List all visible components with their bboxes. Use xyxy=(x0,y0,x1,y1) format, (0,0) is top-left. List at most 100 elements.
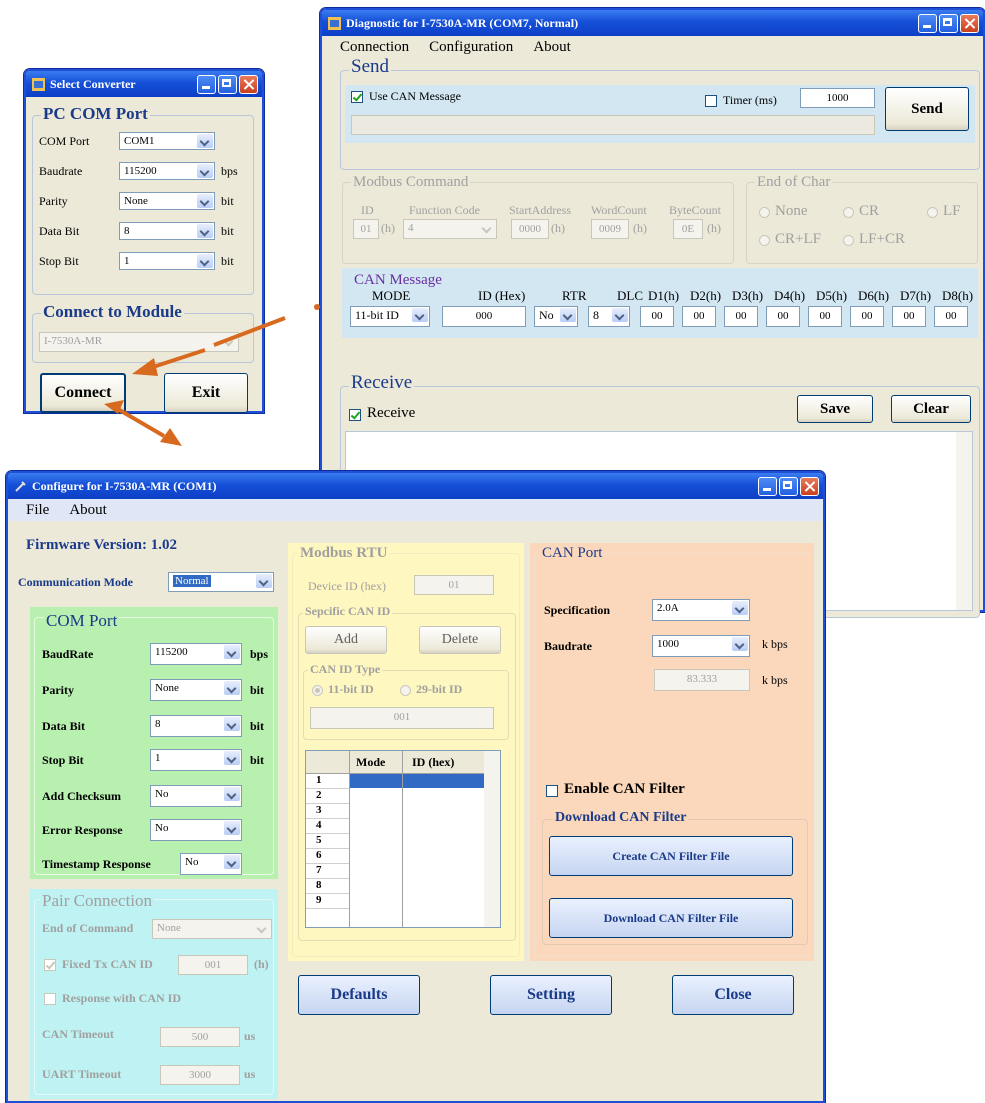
minimize-icon[interactable] xyxy=(918,14,937,33)
timer-input[interactable]: 1000 xyxy=(800,88,875,108)
table-selected-row[interactable] xyxy=(350,774,484,788)
send-button[interactable]: Send xyxy=(885,87,969,131)
close-icon[interactable] xyxy=(239,75,258,94)
uart-timeout-input: 3000 xyxy=(160,1065,240,1085)
cfg-baudrate-select[interactable]: 115200 xyxy=(150,643,242,665)
minimize-icon[interactable] xyxy=(758,477,777,496)
can-id-type-input: 001 xyxy=(310,707,494,729)
cfg-parity-label: Parity xyxy=(42,683,74,697)
sc-parity-select[interactable]: None xyxy=(119,192,215,210)
defaults-button[interactable]: Defaults xyxy=(298,975,420,1015)
download-can-filter-button[interactable]: Download CAN Filter File xyxy=(549,898,793,938)
save-button[interactable]: Save xyxy=(797,395,873,423)
receive-checkbox-label: Receive xyxy=(367,405,416,421)
cfg-stop-bit-value: 1 xyxy=(155,752,161,764)
data-byte-2[interactable]: 00 xyxy=(682,306,716,327)
clear-button[interactable]: Clear xyxy=(891,395,971,423)
sc-parity-value: None xyxy=(124,195,148,207)
can-mode-select[interactable]: 11-bit ID xyxy=(350,306,430,327)
maximize-icon[interactable] xyxy=(779,477,798,496)
module-value: I-7530A-MR xyxy=(44,335,103,347)
sc-baudrate-value: 115200 xyxy=(124,165,157,177)
receive-scrollbar[interactable] xyxy=(956,432,972,610)
response-with-can-id-checkbox xyxy=(44,993,56,1005)
can-message-group: CAN Message MODE ID (Hex) RTR DLC D1(h) … xyxy=(342,268,978,338)
actual-baud-input: 83.333 xyxy=(654,669,750,691)
modbus-rtu-group: Modbus RTU Device ID (hex) 01 Sepcific C… xyxy=(288,543,524,961)
cfg-stop-bit-select[interactable]: 1 xyxy=(150,749,242,771)
can-baudrate-label: Baudrate xyxy=(544,639,592,653)
eoc-lfcr-label: LF+CR xyxy=(859,231,905,247)
can-id-table[interactable]: Mode ID (hex) 1 2 3 4 5 6 7 8 9 xyxy=(305,750,501,928)
connect-to-module-group: Connect to Module I-7530A-MR xyxy=(32,303,254,363)
send-message-input[interactable] xyxy=(351,115,875,135)
cfg-data-bit-select[interactable]: 8 xyxy=(150,715,242,737)
data-byte-1[interactable]: 00 xyxy=(640,306,674,327)
error-response-select[interactable]: No xyxy=(150,819,242,841)
table-row-number: 9 xyxy=(306,894,349,909)
close-button[interactable]: Close xyxy=(672,975,794,1015)
close-icon[interactable] xyxy=(960,14,979,33)
timestamp-response-label: Timestamp Response xyxy=(42,857,151,871)
eoc-none-radio xyxy=(759,207,770,218)
can-timeout-input: 500 xyxy=(160,1027,240,1047)
menu-configuration[interactable]: Configuration xyxy=(429,39,513,56)
timestamp-response-select[interactable]: No xyxy=(180,853,242,875)
select-converter-titlebar: Select Converter xyxy=(26,71,262,97)
exit-button[interactable]: Exit xyxy=(164,373,248,413)
connect-button[interactable]: Connect xyxy=(40,373,126,413)
data-byte-8[interactable]: 00 xyxy=(934,306,968,327)
can-id-input[interactable]: 000 xyxy=(442,306,526,327)
menu-about[interactable]: About xyxy=(533,39,571,56)
table-scrollbar[interactable] xyxy=(484,751,500,927)
cfg-parity-unit: bit xyxy=(250,683,265,697)
sc-parity-label: Parity xyxy=(39,194,68,208)
timer-checkbox[interactable] xyxy=(705,95,717,107)
error-response-value: No xyxy=(155,822,169,834)
table-col-divider-2 xyxy=(402,751,403,927)
minimize-icon[interactable] xyxy=(197,75,216,94)
rtr-select[interactable]: No xyxy=(534,306,578,327)
enable-can-filter-checkbox[interactable] xyxy=(546,785,558,797)
communication-mode-select[interactable]: Normal xyxy=(168,572,274,592)
pair-connection-group: Pair Connection End of Command None Fixe… xyxy=(30,889,278,1099)
maximize-icon[interactable] xyxy=(218,75,237,94)
dlc-select[interactable]: 8 xyxy=(588,306,630,327)
data-byte-5[interactable]: 00 xyxy=(808,306,842,327)
end-of-command-value: None xyxy=(157,922,181,934)
select-converter-client: PC COM Port COM Port COM1 Baudrate 11520… xyxy=(26,97,262,413)
sc-stop-bit-label: Stop Bit xyxy=(39,254,79,268)
can-id-29bit-radio xyxy=(400,685,411,696)
use-can-message-checkbox[interactable] xyxy=(351,91,363,103)
add-checksum-select[interactable]: No xyxy=(150,785,242,807)
uart-timeout-label: UART Timeout xyxy=(42,1067,122,1081)
data-byte-6[interactable]: 00 xyxy=(850,306,884,327)
close-icon[interactable] xyxy=(800,477,819,496)
word-count-h: (h) xyxy=(633,221,647,235)
menu-file[interactable]: File xyxy=(26,502,49,519)
menu-about[interactable]: About xyxy=(69,502,107,519)
specification-select[interactable]: 2.0A xyxy=(652,599,750,621)
sc-data-bit-select[interactable]: 8 xyxy=(119,222,215,240)
sc-com-port-select[interactable]: COM1 xyxy=(119,132,215,150)
actual-baud-unit: k bps xyxy=(762,673,788,687)
eoc-none-label: None xyxy=(775,203,808,219)
receive-checkbox[interactable] xyxy=(349,409,361,421)
can-baudrate-select[interactable]: 1000 xyxy=(652,635,750,657)
modbus-id-label: ID xyxy=(361,203,374,217)
data-byte-7[interactable]: 00 xyxy=(892,306,926,327)
maximize-icon[interactable] xyxy=(939,14,958,33)
data-byte-3[interactable]: 00 xyxy=(724,306,758,327)
com-port-group: COM Port BaudRate 115200 bps Parity None… xyxy=(30,607,278,879)
menu-connection[interactable]: Connection xyxy=(340,39,409,56)
create-can-filter-button[interactable]: Create CAN Filter File xyxy=(549,836,793,876)
cfg-stop-bit-unit: bit xyxy=(250,753,265,767)
table-header-id: ID (hex) xyxy=(412,755,455,769)
sc-baudrate-select[interactable]: 115200 xyxy=(119,162,215,180)
cfg-parity-select[interactable]: None xyxy=(150,679,242,701)
setting-button[interactable]: Setting xyxy=(490,975,612,1015)
sc-stop-bit-select[interactable]: 1 xyxy=(119,252,215,270)
table-row-number: 5 xyxy=(306,834,349,849)
sc-baudrate-unit: bps xyxy=(221,164,238,178)
data-byte-4[interactable]: 00 xyxy=(766,306,800,327)
